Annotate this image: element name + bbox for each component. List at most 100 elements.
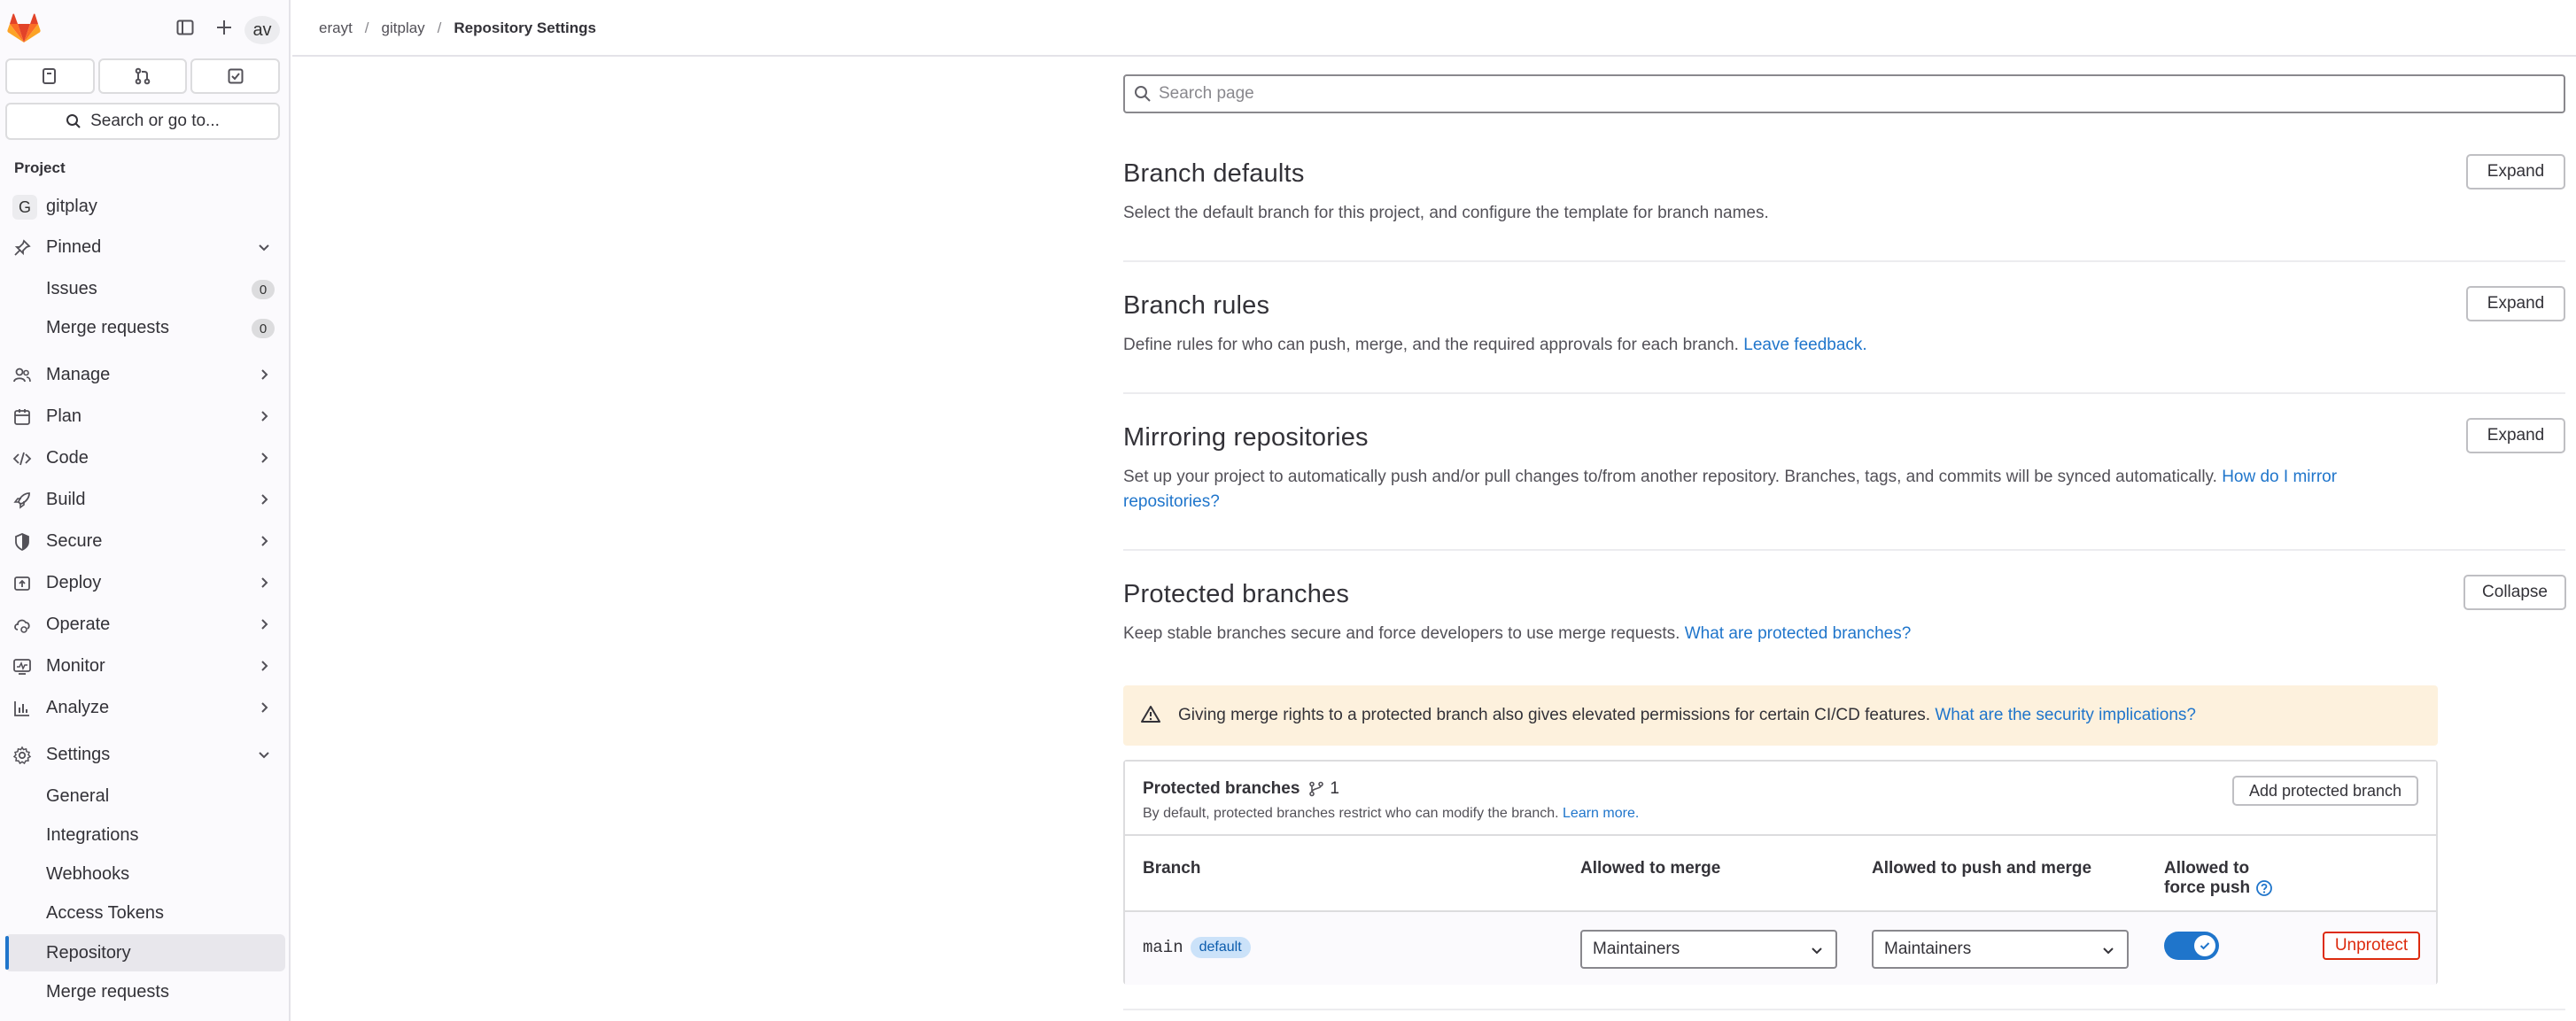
force-push-toggle[interactable] [2164, 932, 2219, 960]
sidebar-item-plan[interactable]: Plan [5, 398, 285, 435]
sidebar-item-label: Manage [46, 364, 111, 384]
section-mirroring-repositories: Mirroring repositories Set up your proje… [1123, 423, 2565, 514]
default-badge: default [1190, 937, 1251, 958]
breadcrumb-item[interactable]: gitplay [382, 19, 425, 37]
chevron-right-icon [261, 411, 268, 422]
sidebar-item-settings[interactable]: Settings [5, 736, 285, 773]
expand-button[interactable]: Expand [2466, 154, 2565, 190]
collapse-button[interactable]: Collapse [2463, 575, 2566, 610]
alert-message: Giving merge rights to a protected branc… [1178, 706, 1931, 724]
expand-button[interactable]: Expand [2466, 286, 2565, 321]
sidebar-item-deploy[interactable]: Deploy [5, 564, 285, 601]
monitor-icon [12, 657, 32, 677]
divider [1123, 260, 2565, 262]
branch-cell: main default [1143, 937, 1251, 958]
description-text: Keep stable branches secure and force de… [1123, 624, 1680, 643]
sidebar-item-label: Access Tokens [46, 902, 165, 923]
branch-name[interactable]: main [1143, 938, 1183, 957]
section-protected-branches: Protected branches Keep stable branches … [1123, 580, 2565, 646]
search-page-input[interactable]: Search page [1123, 74, 2565, 113]
pinned-label: Pinned [46, 236, 102, 257]
sidebar-item-integrations[interactable]: Integrations [5, 816, 285, 854]
top-bar: erayt / gitplay / Repository Settings [292, 0, 2576, 57]
search-or-go-to-button[interactable]: Search or go to... [5, 103, 280, 140]
section-branch-rules: Branch rules Define rules for who can pu… [1123, 291, 2565, 358]
chevron-right-icon [261, 619, 268, 630]
sidebar-item-operate[interactable]: Operate [5, 606, 285, 643]
breadcrumb-current[interactable]: Repository Settings [454, 19, 596, 37]
project-avatar: G [12, 195, 37, 220]
sidebar-item-label: Build [46, 489, 86, 509]
protected-branches-help-link[interactable]: What are protected branches? [1685, 624, 1912, 643]
sidebar-item-label: Webhooks [46, 863, 130, 884]
shield-icon [12, 532, 32, 552]
sidebar-item-build[interactable]: Build [5, 481, 285, 518]
sidebar-item-monitor[interactable]: Monitor [5, 647, 285, 685]
expand-button[interactable]: Expand [2466, 418, 2565, 453]
divider [1123, 549, 2565, 551]
gitlab-logo[interactable] [7, 13, 41, 43]
sidebar-item-label: Repository [46, 942, 131, 963]
sidebar-item-access-tokens[interactable]: Access Tokens [5, 894, 285, 932]
column-allowed-to: Allowed to [2164, 859, 2250, 878]
sidebar-item-label: Merge requests [46, 317, 169, 337]
security-implications-link[interactable]: What are the security implications? [1935, 706, 2196, 724]
section-description: Set up your project to automatically pus… [1123, 465, 2399, 514]
breadcrumb-item[interactable]: erayt [319, 19, 353, 37]
table-row: main default Maintainers Maintainers Unp… [1125, 912, 2436, 985]
sidebar-item-general[interactable]: General [5, 777, 285, 815]
sidebar-item-pinned[interactable]: Pinned [5, 228, 285, 266]
card-header: Protected branches 1 By default, protect… [1125, 762, 2436, 836]
select-value: Maintainers [1884, 940, 1972, 958]
chevron-right-icon [261, 702, 268, 713]
description-text: Define rules for who can push, merge, an… [1123, 336, 1739, 354]
help-icon[interactable] [2255, 879, 2273, 897]
breadcrumb: erayt / gitplay / Repository Settings [319, 19, 596, 37]
breadcrumb-separator: / [437, 19, 442, 36]
plus-icon[interactable] [211, 14, 237, 41]
sidebar-item-label: Code [46, 447, 89, 468]
allowed-to-merge-select[interactable]: Maintainers [1580, 930, 1837, 969]
sidebar-quick-actions [5, 58, 281, 94]
section-title: Branch rules [1123, 291, 1270, 320]
chevron-down-icon [1812, 948, 1822, 955]
todo-shortcut-button[interactable] [190, 58, 281, 94]
section-description: Select the default branch for this proje… [1123, 204, 1769, 222]
todo-icon [228, 68, 244, 84]
sidebar-item-issues[interactable]: Issues 0 [5, 270, 285, 307]
project-name: gitplay [46, 196, 97, 216]
sidebar-item-merge-requests[interactable]: Merge requests 0 [5, 309, 285, 346]
sidebar-item-code[interactable]: Code [5, 439, 285, 476]
users-icon [12, 366, 32, 385]
sidebar-toggle-icon[interactable] [172, 14, 198, 41]
section-title: Branch defaults [1123, 159, 1305, 188]
sidebar-item-project[interactable]: G gitplay [5, 188, 285, 225]
merge-requests-shortcut-button[interactable] [97, 58, 188, 94]
branch-icon [1309, 781, 1324, 797]
leave-feedback-link[interactable]: Leave feedback. [1743, 336, 1866, 354]
sidebar-item-repository[interactable]: Repository [5, 934, 285, 971]
sidebar-item-label: Operate [46, 614, 111, 634]
chevron-right-icon [261, 452, 268, 463]
sidebar-item-analyze[interactable]: Analyze [5, 689, 285, 726]
description-text: Set up your project to automatically pus… [1123, 468, 2217, 486]
branch-count: 1 [1308, 779, 1339, 799]
unprotect-button[interactable]: Unprotect [2323, 932, 2420, 960]
sidebar-item-webhooks[interactable]: Webhooks [5, 855, 285, 893]
section-description: Keep stable branches secure and force de… [1123, 622, 2565, 646]
issues-shortcut-button[interactable] [5, 58, 95, 94]
card-subtitle: By default, protected branches restrict … [1143, 806, 1639, 822]
sidebar-item-manage[interactable]: Manage [5, 356, 285, 393]
code-icon [12, 449, 32, 468]
sidebar-item-settings-merge-requests[interactable]: Merge requests [5, 973, 285, 1010]
avatar[interactable]: av [244, 16, 280, 44]
add-protected-branch-button[interactable]: Add protected branch [2232, 776, 2418, 806]
search-icon [66, 114, 81, 128]
sidebar-item-secure[interactable]: Secure [5, 522, 285, 560]
search-placeholder: Search page [1159, 84, 1254, 103]
rocket-icon [12, 491, 32, 510]
learn-more-link[interactable]: Learn more. [1563, 806, 1639, 821]
section-description: Define rules for who can push, merge, an… [1123, 333, 2565, 358]
allowed-to-push-select[interactable]: Maintainers [1872, 930, 2129, 969]
sidebar-item-label: Integrations [46, 824, 139, 845]
